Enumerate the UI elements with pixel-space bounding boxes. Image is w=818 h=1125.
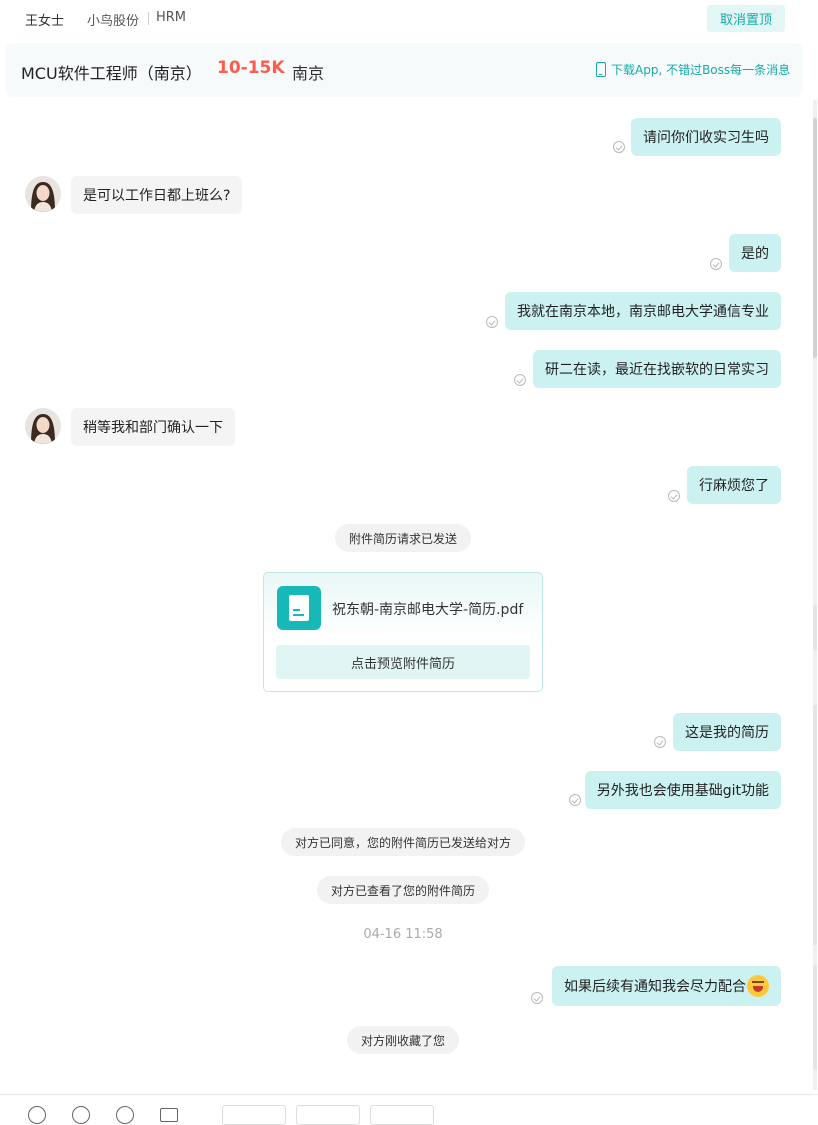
job-city: 南京 <box>292 64 325 83</box>
read-check-icon <box>710 258 722 270</box>
read-check-icon <box>531 992 543 1004</box>
message-outgoing[interactable]: 行麻烦您了 <box>687 466 781 504</box>
scrollbar-marker <box>813 965 817 1070</box>
unpin-button[interactable]: 取消置顶 <box>707 5 785 32</box>
scrollbar-marker <box>813 605 817 650</box>
resume-attachment-card[interactable]: 祝东朝-南京邮电大学-简历.pdf 点击预览附件简历 <box>263 572 543 692</box>
message-outgoing[interactable]: 如果后续有通知我会尽力配合 <box>552 966 781 1006</box>
toolbar-button[interactable] <box>370 1105 434 1125</box>
timestamp: 04-16 11:58 <box>363 927 443 942</box>
message-outgoing[interactable]: 我就在南京本地，南京邮电大学通信专业 <box>505 292 781 330</box>
chat-header: 王女士 小鸟股份 HRM 取消置顶 <box>0 0 818 38</box>
resume-icon[interactable] <box>116 1106 134 1124</box>
image-icon[interactable] <box>160 1108 178 1122</box>
message-outgoing[interactable]: 另外我也会使用基础git功能 <box>584 771 781 809</box>
job-salary: 10-15K <box>217 58 285 78</box>
toolbar-button[interactable] <box>296 1105 360 1125</box>
header-divider <box>148 12 149 25</box>
system-notice: 对方已同意，您的附件简历已发送给对方 <box>280 828 526 856</box>
contact-name: 王女士 <box>25 14 65 29</box>
avatar[interactable] <box>25 176 61 212</box>
read-check-icon <box>613 141 625 153</box>
message-outgoing[interactable]: 研二在读，最近在找嵌软的日常实习 <box>533 350 781 388</box>
system-notice: 对方刚收藏了您 <box>346 1026 460 1054</box>
message-incoming[interactable]: 是可以工作日都上班么? <box>71 176 243 214</box>
read-check-icon <box>569 794 581 806</box>
contact-company: 小鸟股份 <box>87 14 140 29</box>
read-check-icon <box>654 736 666 748</box>
job-info-bar[interactable]: MCU软件工程师（南京） 10-15K 南京 下载App, 不错过Boss每一条… <box>5 43 803 97</box>
document-icon <box>277 586 321 630</box>
message-incoming[interactable]: 稍等我和部门确认一下 <box>71 408 235 446</box>
download-app-text: 下载App, 不错过Boss每一条消息 <box>611 63 791 77</box>
resume-file-name: 祝东朝-南京邮电大学-简历.pdf <box>332 602 524 618</box>
scrollbar-thumb[interactable] <box>813 118 817 358</box>
avatar[interactable] <box>25 408 61 444</box>
message-text: 如果后续有通知我会尽力配合 <box>564 979 746 995</box>
message-outgoing[interactable]: 这是我的简历 <box>673 713 781 751</box>
download-app-link[interactable]: 下载App, 不错过Boss每一条消息 <box>596 61 790 78</box>
phrase-icon[interactable] <box>72 1106 90 1124</box>
system-notice: 对方已查看了您的附件简历 <box>316 876 490 904</box>
message-outgoing[interactable]: 请问你们收实习生吗 <box>631 118 781 156</box>
job-title: MCU软件工程师（南京） <box>21 64 202 83</box>
system-notice: 附件简历请求已发送 <box>334 524 472 552</box>
toolbar-button[interactable] <box>222 1105 286 1125</box>
message-outgoing[interactable]: 是的 <box>729 234 781 272</box>
preview-resume-button[interactable]: 点击预览附件简历 <box>276 645 530 679</box>
scrollbar-marker <box>813 705 817 945</box>
read-check-icon <box>486 316 498 328</box>
grinning-face-emoji-icon <box>747 975 769 997</box>
read-check-icon <box>668 490 680 502</box>
contact-role: HRM <box>156 10 187 25</box>
emoji-icon[interactable] <box>28 1106 46 1124</box>
read-check-icon <box>514 374 526 386</box>
phone-icon <box>596 62 606 77</box>
